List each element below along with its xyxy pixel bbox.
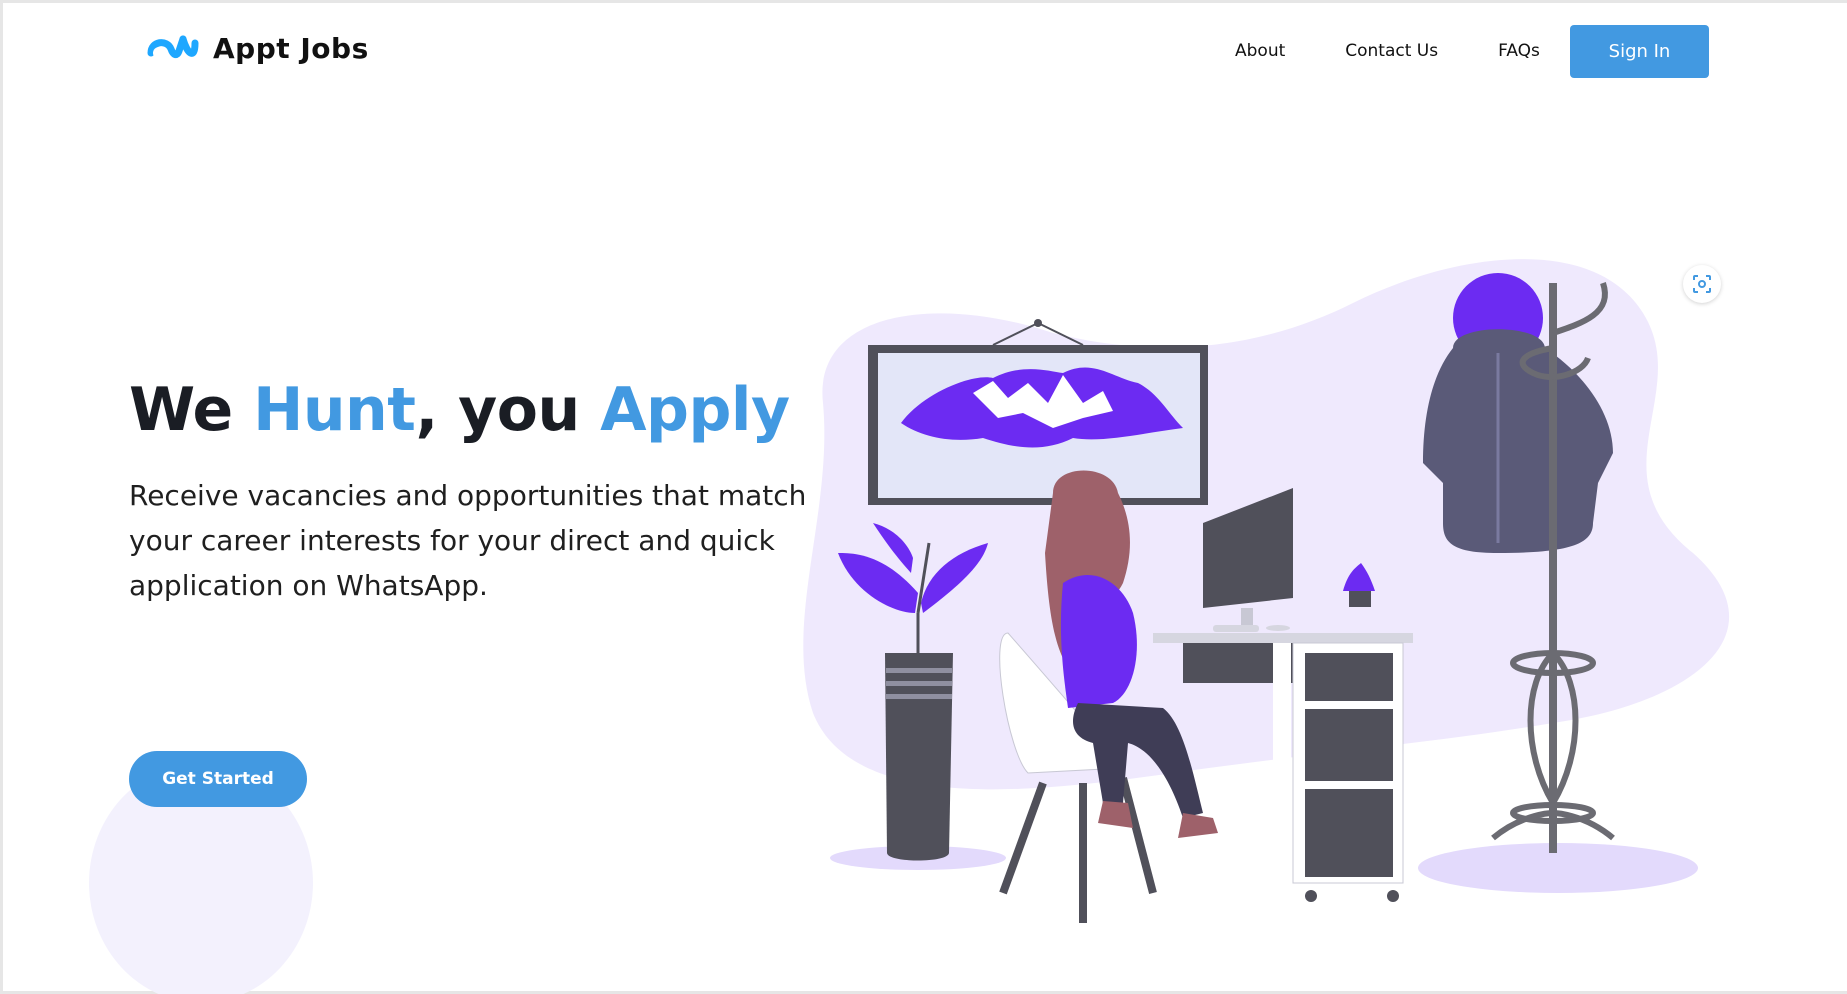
main-nav: About Contact Us FAQs [1235, 25, 1540, 77]
get-started-button[interactable]: Get Started [129, 751, 307, 807]
nav-contact-us[interactable]: Contact Us [1345, 25, 1438, 77]
brand-name: Appt Jobs [213, 31, 369, 65]
visual-search-button[interactable] [1683, 265, 1721, 303]
woman-at-desk-illustration [803, 259, 1730, 923]
hero-subtitle: Receive vacancies and opportunities that… [129, 479, 807, 602]
visual-search-icon [1693, 275, 1711, 293]
hero-title-accent-hunt: Hunt [253, 375, 416, 445]
hero-title-part2: , you [415, 375, 601, 445]
sign-in-button[interactable]: Sign In [1570, 25, 1709, 78]
brand-link[interactable]: Appt Jobs [147, 31, 369, 65]
hero-title-part1: We [129, 375, 254, 445]
hero-title-accent-apply: Apply [600, 375, 790, 445]
nav-faqs[interactable]: FAQs [1498, 25, 1540, 77]
page: Appt Jobs About Contact Us FAQs Sign In … [0, 0, 1847, 994]
nav-about[interactable]: About [1235, 25, 1285, 77]
appt-jobs-logo-icon [147, 35, 199, 59]
desk-top [1153, 633, 1413, 643]
hero-title: We Hunt, you Apply [129, 375, 790, 445]
coat-rack-shadow [1418, 843, 1698, 893]
